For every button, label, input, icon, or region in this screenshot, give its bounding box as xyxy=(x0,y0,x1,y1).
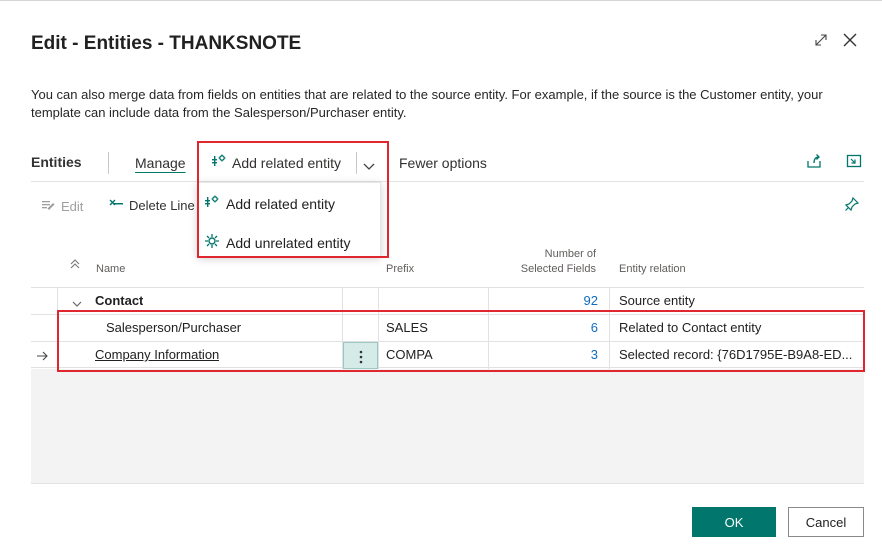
action-separator xyxy=(108,152,109,174)
selected-fields-count[interactable]: 92 xyxy=(501,293,598,308)
cell-divider xyxy=(378,288,379,315)
row-actions-menu[interactable] xyxy=(343,342,378,369)
unrelated-entity-icon xyxy=(204,233,220,252)
dialog-title: Edit - Entities - THANKSNOTE xyxy=(31,33,302,54)
entity-prefix: COMPA xyxy=(386,347,433,362)
cell-divider xyxy=(57,315,58,342)
split-separator xyxy=(356,152,357,174)
table-row[interactable]: Contact 92 Source entity xyxy=(31,287,864,315)
cell-divider xyxy=(57,342,58,369)
delete-line-label: Delete Line xyxy=(129,198,195,213)
line-action-bar: Edit Delete Line xyxy=(31,190,864,218)
collapse-chevron-icon[interactable] xyxy=(72,296,82,311)
edit-button[interactable]: Edit xyxy=(41,198,83,215)
menu-item-add-unrelated-entity[interactable]: Add unrelated entity xyxy=(204,233,351,252)
selected-fields-count[interactable]: 3 xyxy=(501,347,598,362)
edit-icon xyxy=(41,198,56,215)
entity-name: Contact xyxy=(95,293,144,308)
fewer-options-button[interactable]: Fewer options xyxy=(399,155,487,171)
delete-line-icon xyxy=(109,198,124,213)
dialog-description: You can also merge data from fields on e… xyxy=(31,87,823,120)
table-row[interactable]: Salesperson/Purchaser SALES 6 Related to… xyxy=(31,314,864,342)
top-divider xyxy=(0,0,882,1)
cell-divider xyxy=(488,315,489,342)
cell-divider xyxy=(609,288,610,315)
close-icon[interactable] xyxy=(842,32,858,48)
add-related-entity-button[interactable]: Add related entity xyxy=(211,154,341,171)
window-controls xyxy=(814,32,858,48)
menu-item-label: Add unrelated entity xyxy=(226,234,351,251)
column-header-entity-relation[interactable]: Entity relation xyxy=(619,263,686,275)
add-entity-dropdown-menu: Add related entity Add unrelated entity xyxy=(197,182,381,257)
cancel-button[interactable]: Cancel xyxy=(788,507,864,537)
ok-button[interactable]: OK xyxy=(692,507,776,537)
sort-ascending-icon[interactable] xyxy=(69,258,81,273)
cell-divider xyxy=(609,315,610,342)
chevron-down-icon[interactable] xyxy=(363,158,375,176)
selected-fields-count[interactable]: 6 xyxy=(501,320,598,335)
action-bar-divider xyxy=(31,181,864,182)
related-entity-icon xyxy=(204,195,220,212)
manage-tab[interactable]: Manage xyxy=(135,155,186,171)
cell-divider xyxy=(342,315,343,342)
entity-relation: Related to Contact entity xyxy=(619,320,762,335)
expand-dialog-icon[interactable] xyxy=(814,33,828,47)
cell-divider xyxy=(57,288,58,315)
menu-item-label: Add related entity xyxy=(226,195,335,212)
edit-label: Edit xyxy=(61,199,84,214)
entity-relation: Source entity xyxy=(619,293,695,308)
column-header-prefix[interactable]: Prefix xyxy=(386,263,414,275)
add-related-entity-label: Add related entity xyxy=(232,154,341,171)
cell-divider xyxy=(342,288,343,315)
entity-name: Salesperson/Purchaser xyxy=(106,320,242,335)
entities-section-label: Entities xyxy=(31,154,82,170)
cell-divider xyxy=(378,342,379,369)
cell-divider xyxy=(609,342,610,369)
cell-divider xyxy=(378,315,379,342)
cell-divider xyxy=(488,288,489,315)
delete-line-button[interactable]: Delete Line xyxy=(109,198,203,213)
action-bar: Entities Manage Add related entity Fewer… xyxy=(31,150,864,180)
entity-prefix: SALES xyxy=(386,320,428,335)
focus-mode-icon[interactable] xyxy=(846,153,862,174)
empty-grid-area xyxy=(31,369,864,483)
share-icon[interactable] xyxy=(806,153,822,174)
cell-divider xyxy=(488,342,489,369)
related-entity-icon xyxy=(211,154,227,171)
column-header-number-of-selected-fields[interactable]: Number of Selected Fields xyxy=(510,247,596,277)
more-options-icon xyxy=(359,350,363,367)
entity-name-link[interactable]: Company Information xyxy=(95,347,219,362)
entity-relation: Selected record: {76D1795E-B9A8-ED... xyxy=(619,347,853,362)
menu-item-add-related-entity[interactable]: Add related entity xyxy=(204,195,335,212)
grid-bottom-divider xyxy=(31,483,864,484)
table-row[interactable]: Company Information COMPA 3 Selected rec… xyxy=(31,341,864,369)
current-row-arrow-icon xyxy=(36,349,49,364)
column-header-name[interactable]: Name xyxy=(96,263,125,275)
pin-icon[interactable] xyxy=(844,196,860,217)
